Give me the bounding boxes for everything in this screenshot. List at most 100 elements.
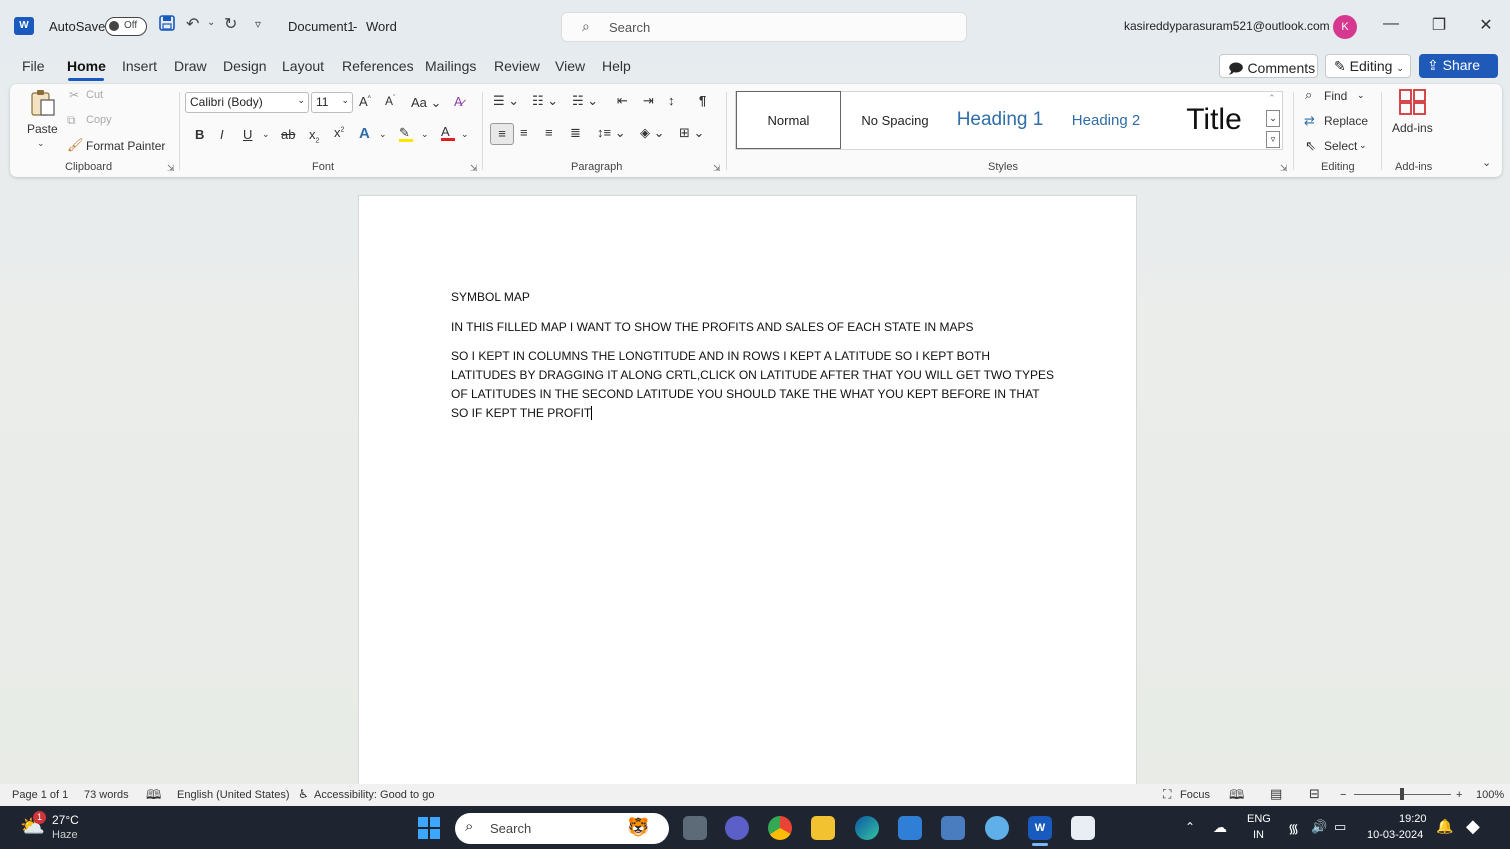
language-top[interactable]: ENG: [1247, 813, 1271, 825]
superscript-icon[interactable]: x2: [334, 125, 344, 140]
grow-font-icon[interactable]: A^: [359, 94, 371, 109]
select-label[interactable]: Select: [1324, 139, 1357, 153]
doc-line[interactable]: OF LATITUDES IN THE SECOND LATITUDE YOU …: [451, 387, 1040, 401]
paste-label[interactable]: Paste: [27, 122, 58, 136]
paragraph-launcher-icon[interactable]: ⇲: [713, 163, 721, 174]
decrease-indent-icon[interactable]: ⇤: [617, 93, 628, 109]
edge-icon[interactable]: [855, 816, 879, 840]
notification-bell-icon[interactable]: 🔔: [1436, 818, 1453, 835]
text-effects-dropdown-icon[interactable]: ⌄: [379, 129, 387, 140]
volume-icon[interactable]: 🔊: [1311, 819, 1327, 835]
highlight-dropdown-icon[interactable]: ⌄: [421, 129, 429, 140]
tab-view[interactable]: View: [555, 58, 585, 74]
clipboard-launcher-icon[interactable]: ⇲: [167, 163, 175, 174]
find-dropdown-icon[interactable]: ⌄: [1357, 90, 1365, 101]
editing-mode-button[interactable]: ✎ Editing ⌄: [1325, 54, 1411, 78]
tab-draw[interactable]: Draw: [174, 58, 207, 74]
style-heading-2[interactable]: Heading 2: [1055, 91, 1157, 149]
tab-mailings[interactable]: Mailings: [425, 58, 476, 74]
doc-line[interactable]: IN THIS FILLED MAP I WANT TO SHOW THE PR…: [451, 320, 974, 334]
copilot-icon[interactable]: ◆: [1466, 816, 1480, 837]
show-formatting-marks-icon[interactable]: ¶: [699, 93, 706, 108]
teams-icon[interactable]: [725, 816, 749, 840]
avatar[interactable]: K: [1333, 15, 1357, 39]
tab-design[interactable]: Design: [223, 58, 267, 74]
style-heading-1[interactable]: Heading 1: [950, 91, 1050, 149]
tab-file[interactable]: File: [22, 58, 45, 74]
shading-icon[interactable]: ◈ ⌄: [640, 125, 665, 141]
paste-dropdown-icon[interactable]: ⌄: [37, 138, 45, 149]
share-button[interactable]: ⇪ Share ⌄: [1419, 54, 1498, 89]
styles-more-icon[interactable]: ▿: [1266, 131, 1280, 148]
redo-icon[interactable]: ↻: [224, 14, 237, 34]
weather-temp[interactable]: 27°C: [52, 813, 79, 827]
align-right-icon[interactable]: ≡: [545, 125, 553, 140]
onedrive-icon[interactable]: ☁: [1213, 819, 1227, 836]
multilevel-list-icon[interactable]: ☵ ⌄: [572, 93, 598, 109]
minimize-icon[interactable]: —: [1381, 15, 1401, 33]
store-icon[interactable]: [898, 816, 922, 840]
search-box[interactable]: ⌕ Search: [561, 12, 967, 42]
font-color-dropdown-icon[interactable]: ⌄: [461, 129, 469, 140]
doc-line[interactable]: SYMBOL MAP: [451, 290, 530, 304]
styles-scroll-up-icon[interactable]: ⌃: [1268, 93, 1276, 104]
save-icon[interactable]: [159, 15, 175, 36]
paste-icon[interactable]: [28, 88, 58, 121]
accessibility-status[interactable]: Accessibility: Good to go: [314, 789, 434, 801]
language-bottom[interactable]: IN: [1253, 829, 1264, 841]
numbering-icon[interactable]: ☷ ⌄: [532, 93, 558, 109]
focus-button[interactable]: Focus: [1180, 789, 1210, 801]
format-painter-label[interactable]: Format Painter: [86, 139, 165, 153]
style-normal[interactable]: Normal: [736, 91, 841, 149]
font-launcher-icon[interactable]: ⇲: [470, 163, 478, 174]
chrome-icon[interactable]: [768, 816, 792, 840]
bold-icon[interactable]: B: [195, 127, 204, 142]
language-status[interactable]: English (United States): [177, 789, 290, 801]
proofing-book-icon[interactable]: 🕮: [146, 786, 161, 808]
zoom-in-icon[interactable]: +: [1456, 789, 1462, 801]
battery-icon[interactable]: ▭: [1334, 819, 1346, 835]
borders-icon[interactable]: ⊞ ⌄: [679, 125, 704, 141]
undo-dropdown-icon[interactable]: ⌄: [207, 17, 215, 28]
bullets-icon[interactable]: ☰ ⌄: [493, 93, 519, 109]
font-size-select[interactable]: 11 ⌄: [311, 92, 353, 113]
shrink-font-icon[interactable]: Aˇ: [385, 94, 395, 108]
change-case-icon[interactable]: Aa ⌄: [411, 95, 441, 111]
clock-time[interactable]: 19:20: [1399, 813, 1427, 825]
autosave-toggle[interactable]: Off: [105, 17, 147, 36]
account-email[interactable]: kasireddyparasuram521@outlook.com: [1124, 19, 1330, 33]
tab-help[interactable]: Help: [602, 58, 631, 74]
word-count[interactable]: 73 words: [84, 789, 129, 801]
tab-layout[interactable]: Layout: [282, 58, 324, 74]
zoom-slider-thumb[interactable]: [1400, 788, 1404, 800]
replace-label[interactable]: Replace: [1324, 114, 1368, 128]
start-windows-icon[interactable]: [417, 816, 441, 843]
font-color-icon[interactable]: A: [441, 124, 455, 141]
customize-toolbar-icon[interactable]: ▿: [255, 17, 261, 31]
cut-label[interactable]: Cut: [86, 89, 103, 101]
restore-icon[interactable]: ❐: [1429, 15, 1449, 35]
tab-review[interactable]: Review: [494, 58, 540, 74]
comments-button[interactable]: 🗩 Comments: [1219, 54, 1318, 78]
tab-references[interactable]: References: [342, 58, 414, 74]
snipping-tool-icon[interactable]: [1071, 816, 1095, 840]
tab-home[interactable]: Home: [67, 58, 106, 74]
strikethrough-icon[interactable]: ab: [281, 127, 295, 142]
style-title[interactable]: Title: [1164, 91, 1264, 149]
sort-icon[interactable]: ↕: [668, 93, 675, 108]
app-icon[interactable]: [941, 816, 965, 840]
increase-indent-icon[interactable]: ⇥: [643, 93, 654, 109]
taskbar-search[interactable]: ⌕ Search 🐯: [455, 813, 669, 844]
copy-label[interactable]: Copy: [86, 114, 112, 126]
select-dropdown-icon[interactable]: ⌄: [1359, 140, 1367, 151]
styles-scroll-down-icon[interactable]: ⌄: [1266, 110, 1280, 127]
styles-launcher-icon[interactable]: ⇲: [1280, 163, 1288, 174]
document-page[interactable]: [358, 195, 1137, 795]
line-spacing-icon[interactable]: ↕≡ ⌄: [597, 125, 626, 141]
undo-icon[interactable]: ↶: [186, 14, 199, 34]
help-app-icon[interactable]: [985, 816, 1009, 840]
underline-dropdown-icon[interactable]: ⌄: [262, 129, 270, 140]
add-ins-button-label[interactable]: Add-ins: [1392, 121, 1433, 135]
italic-icon[interactable]: I: [220, 127, 224, 142]
find-label[interactable]: Find: [1324, 89, 1347, 103]
